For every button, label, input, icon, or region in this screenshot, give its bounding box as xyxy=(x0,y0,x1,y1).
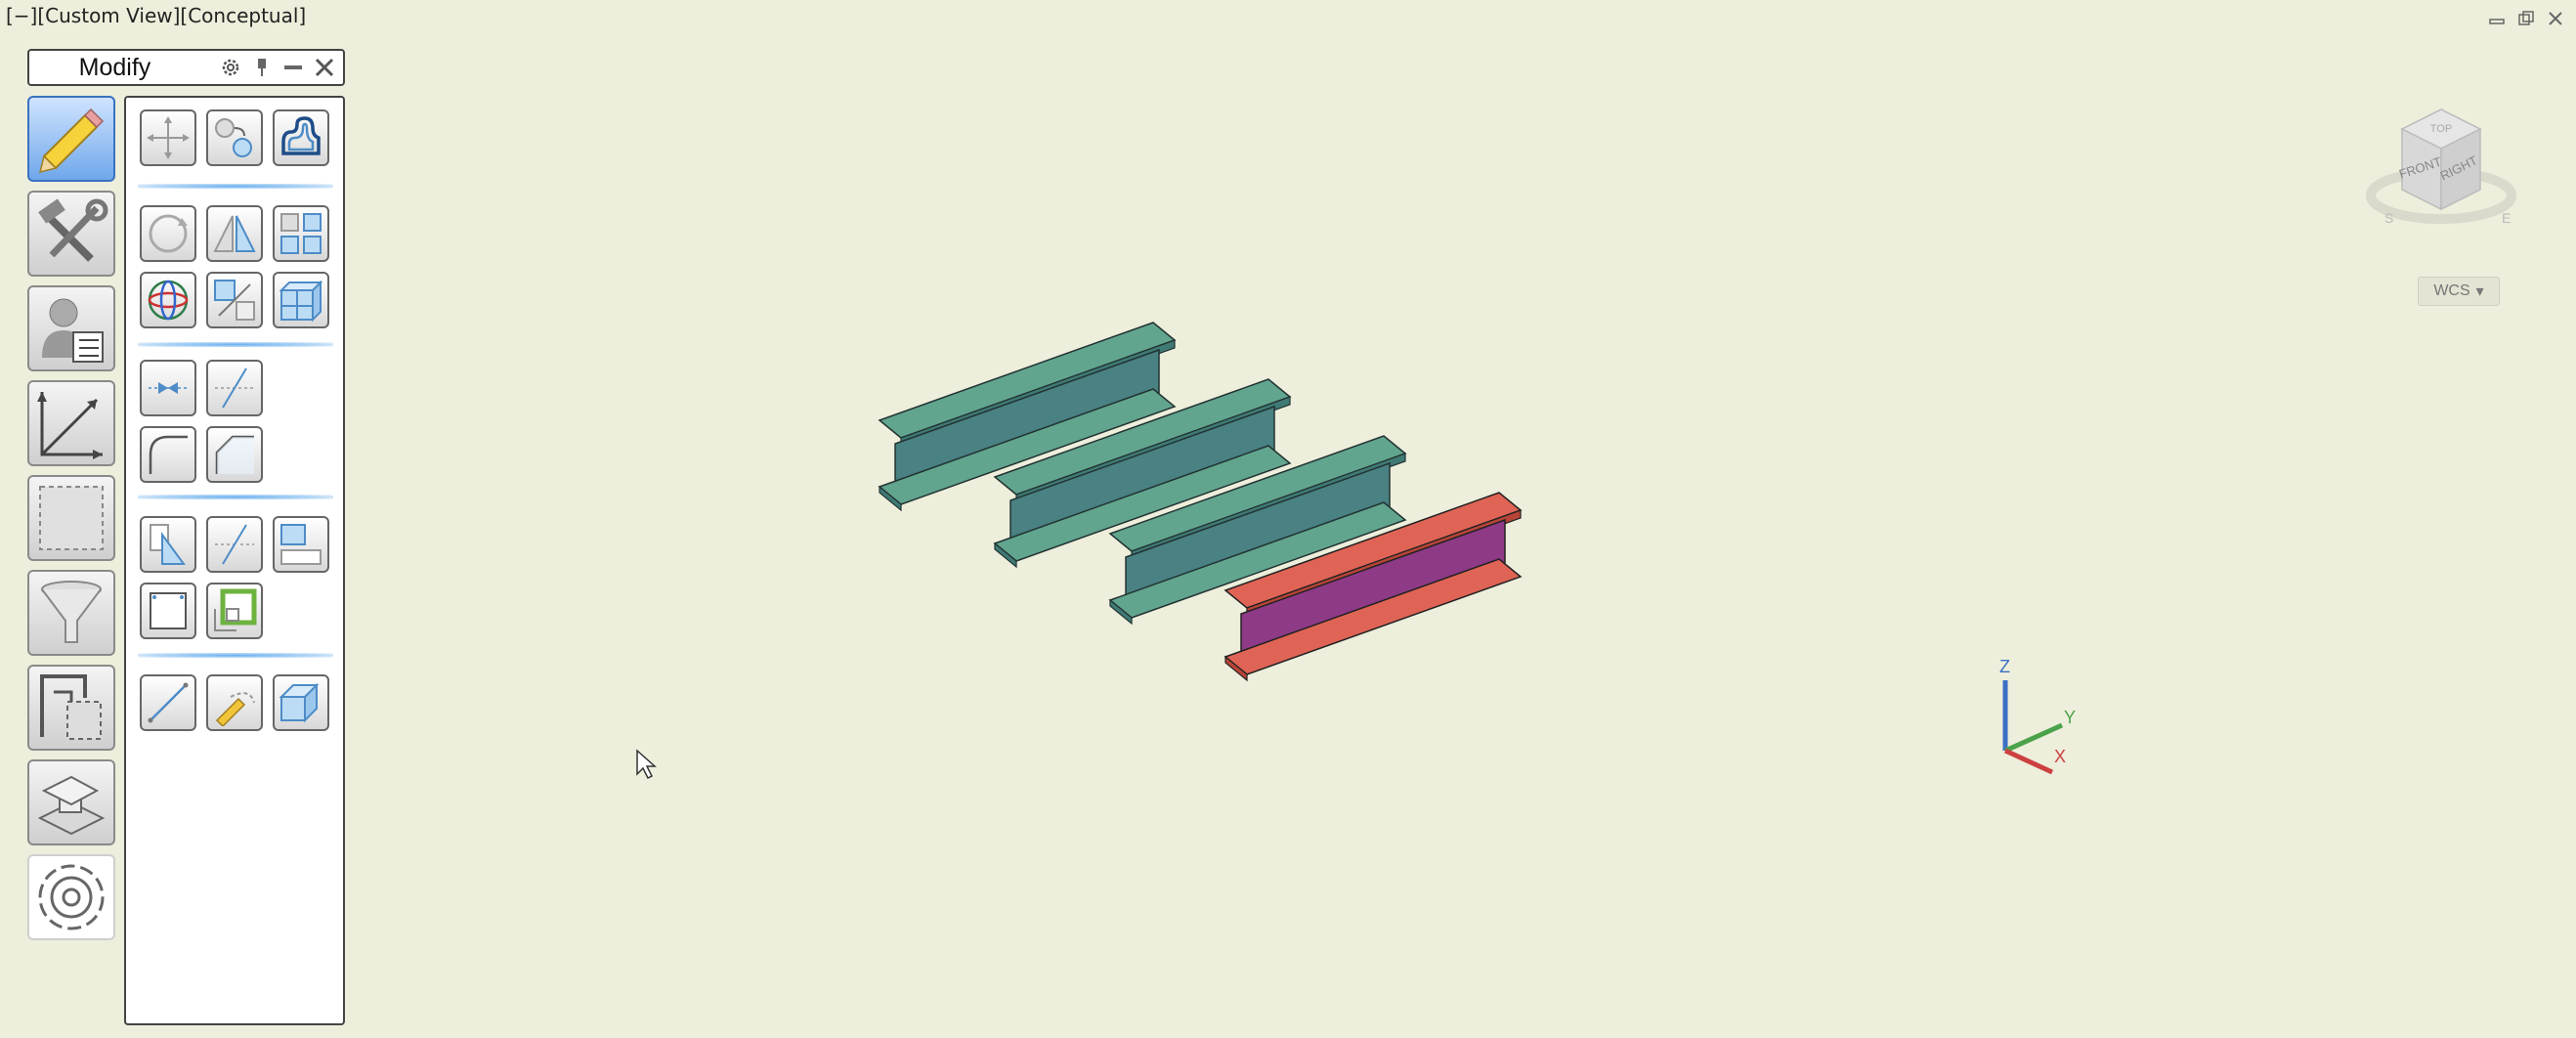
minimize-icon[interactable] xyxy=(2486,8,2508,29)
array3d-icon xyxy=(279,280,323,323)
dimension-icon xyxy=(37,392,103,459)
category-column xyxy=(27,96,117,949)
trim-icon xyxy=(215,524,254,565)
viewcube[interactable]: TOP FRONT RIGHT S E xyxy=(2363,98,2519,244)
pin-icon[interactable] xyxy=(251,57,273,78)
separator xyxy=(138,653,333,658)
scale-tool[interactable] xyxy=(206,272,263,328)
rectangle-tool[interactable] xyxy=(140,583,196,639)
copy-tool[interactable] xyxy=(206,109,263,166)
restore-icon[interactable] xyxy=(2515,8,2537,29)
mirror-icon xyxy=(213,215,256,252)
model-viewport[interactable] xyxy=(870,313,1554,704)
line-edit-tool[interactable] xyxy=(140,674,196,731)
scale-icon xyxy=(214,280,255,321)
filter-icon xyxy=(41,581,102,643)
axis-z-label: Z xyxy=(1999,657,2010,676)
close-icon[interactable] xyxy=(2545,8,2566,29)
align-tool[interactable] xyxy=(140,516,196,573)
minimize-icon[interactable] xyxy=(282,57,304,78)
line-edit-icon xyxy=(148,682,189,723)
separator xyxy=(138,495,333,499)
rectangle-icon xyxy=(150,592,187,629)
array3d-tool[interactable] xyxy=(273,272,329,328)
palette-header[interactable]: Modify xyxy=(27,49,345,86)
category-structure[interactable] xyxy=(27,759,115,845)
axis-y-label: Y xyxy=(2064,708,2076,727)
viewport-window-controls xyxy=(2486,8,2566,29)
fillet-tool[interactable] xyxy=(140,426,196,483)
category-selection[interactable] xyxy=(27,475,115,561)
move-icon xyxy=(147,116,190,159)
viewcube-top-label[interactable]: TOP xyxy=(2430,123,2452,135)
fillet-icon xyxy=(149,435,188,474)
copy-icon xyxy=(215,118,252,157)
compass-s-label[interactable]: S xyxy=(2384,210,2393,226)
palette-title: Modify xyxy=(78,53,151,81)
category-blocks[interactable] xyxy=(27,665,115,751)
chamfer-icon xyxy=(215,435,254,474)
close-icon[interactable] xyxy=(314,57,335,78)
move-tool[interactable] xyxy=(140,109,196,166)
pencil-icon xyxy=(38,108,105,174)
wcs-label: WCS xyxy=(2433,282,2470,299)
boundary-icon xyxy=(214,588,257,631)
block-icon xyxy=(40,674,102,740)
pencil-edit-icon xyxy=(215,692,255,726)
stretch-icon xyxy=(280,524,322,565)
mirror-tool[interactable] xyxy=(206,205,263,262)
category-user[interactable] xyxy=(27,285,115,371)
separator xyxy=(138,184,333,189)
extend-icon xyxy=(215,368,254,409)
chamfer-tool[interactable] xyxy=(206,426,263,483)
break-icon xyxy=(149,382,188,394)
tools-icon xyxy=(38,198,108,262)
rotate3d-icon xyxy=(148,280,189,321)
compass-e-label[interactable]: E xyxy=(2502,210,2511,226)
extend-tool[interactable] xyxy=(206,360,263,416)
box-edit-icon xyxy=(279,682,320,723)
rotate-tool[interactable] xyxy=(140,205,196,262)
rotate-icon xyxy=(149,214,188,253)
user-list-icon xyxy=(42,298,104,363)
category-radial[interactable] xyxy=(27,854,115,940)
break-tool[interactable] xyxy=(140,360,196,416)
chevron-down-icon: ▾ xyxy=(2475,283,2484,300)
separator xyxy=(138,342,333,347)
radial-icon xyxy=(38,864,105,930)
tool-panel xyxy=(124,96,345,1025)
axis-x-label: X xyxy=(2054,747,2066,766)
rotate3d-tool[interactable] xyxy=(140,272,196,328)
array-tool[interactable] xyxy=(273,205,329,262)
category-filter[interactable] xyxy=(27,570,115,656)
align-icon xyxy=(150,524,186,565)
array-icon xyxy=(280,213,322,254)
pencil-edit-tool[interactable] xyxy=(206,674,263,731)
category-draw[interactable] xyxy=(27,96,115,182)
category-dimension[interactable] xyxy=(27,380,115,466)
settings-icon[interactable] xyxy=(220,57,241,78)
box-edit-tool[interactable] xyxy=(273,674,329,731)
wcs-dropdown[interactable]: WCS ▾ xyxy=(2418,277,2500,306)
mouse-cursor-icon xyxy=(636,749,657,780)
ucs-icon: Z Y X xyxy=(1999,657,2076,775)
boundary-tool[interactable] xyxy=(206,583,263,639)
beam-icon xyxy=(37,775,106,836)
offset-icon xyxy=(281,116,321,155)
category-modify[interactable] xyxy=(27,191,115,277)
dashed-rectangle-icon xyxy=(39,486,104,550)
trim-tool[interactable] xyxy=(206,516,263,573)
viewport-label[interactable]: [−][Custom View][Conceptual] xyxy=(6,4,306,27)
offset-tool[interactable] xyxy=(273,109,329,166)
stretch-tool[interactable] xyxy=(273,516,329,573)
